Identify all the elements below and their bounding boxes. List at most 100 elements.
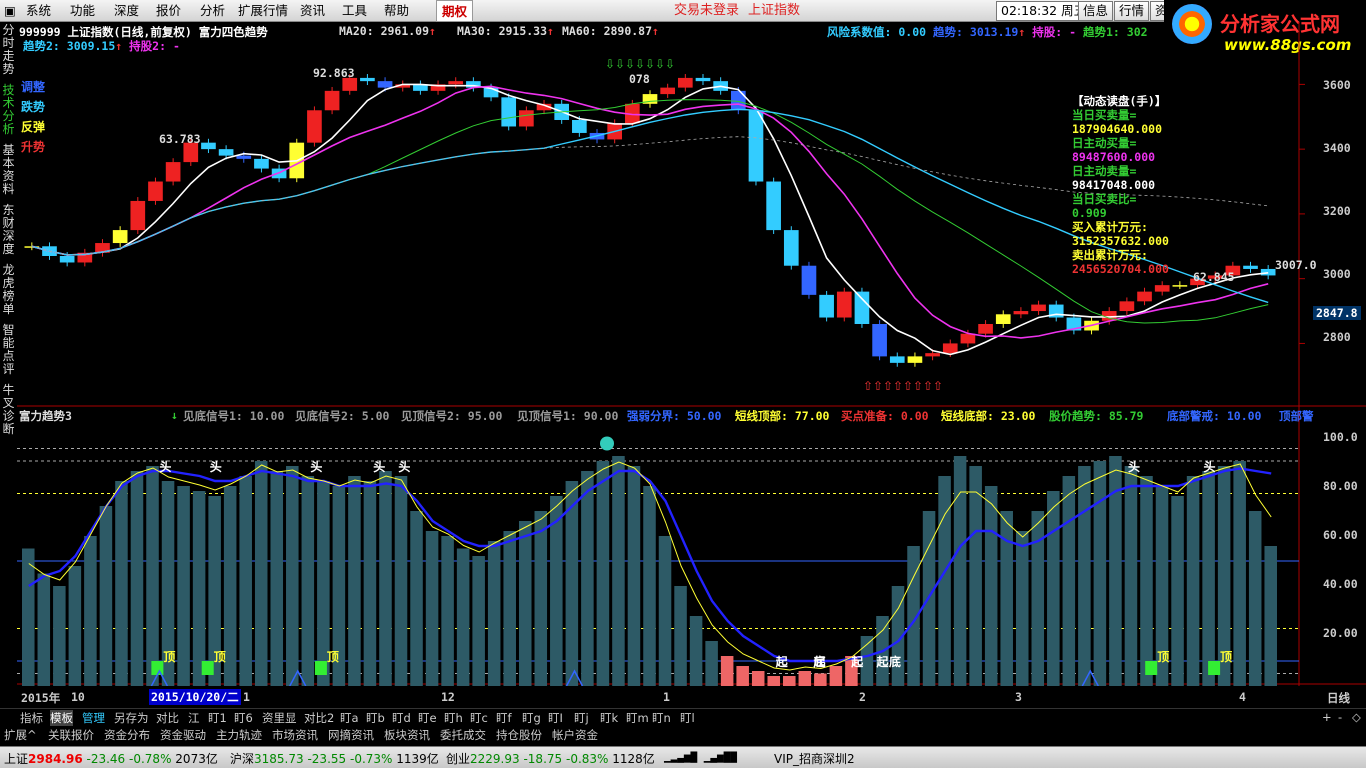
menu-options[interactable]: 期权	[436, 0, 474, 22]
nav-smart-comment[interactable]: 智能点评	[0, 324, 17, 376]
dynamic-r1-value: 187904640.000	[1072, 122, 1163, 136]
sub-bar	[518, 521, 532, 686]
sub-bar	[456, 548, 470, 686]
extension-tab[interactable]: 持仓股份	[496, 727, 542, 743]
extension-tab[interactable]: 关联报价	[48, 727, 94, 743]
sell-arrow-icon: ⇩	[635, 57, 645, 71]
xaxis-feb: 2	[859, 690, 866, 704]
status-cy[interactable]: 创业2229.93 -18.75 -0.83% 1128亿	[446, 750, 655, 767]
candle-body	[448, 81, 464, 85]
indicator-tab[interactable]: 盯g	[522, 710, 541, 726]
nav-eastmoney[interactable]: 东财深度	[0, 204, 17, 256]
sub-bar	[783, 676, 796, 686]
extension-tab[interactable]: 板块资讯	[384, 727, 430, 743]
nav-fundamental[interactable]: 基本资料	[0, 144, 17, 196]
sub-bar	[1078, 466, 1091, 686]
menu-system[interactable]: 系统	[26, 0, 51, 22]
indicator-tab[interactable]: 盯f	[496, 710, 512, 726]
indicator-tab[interactable]: 资里显	[262, 710, 297, 726]
extension-tab[interactable]: 市场资讯	[272, 727, 318, 743]
menu-system-icon[interactable]: ▣	[4, 0, 16, 22]
risk-readout: 风险系数值: 0.00 趋势: 3013.19↑ 持股: - 趋势1: 302	[827, 25, 1148, 39]
menu-function[interactable]: 功能	[70, 0, 95, 22]
buy-arrow-icon: ⇧	[873, 379, 883, 393]
zoom-control[interactable]: +	[1322, 710, 1332, 724]
indicator-tab[interactable]: 盯l	[680, 710, 695, 726]
menu-ext-quote[interactable]: 扩展行情	[238, 0, 288, 22]
nav-technical[interactable]: 技术分析	[0, 84, 17, 136]
hold-value: -	[1069, 25, 1077, 39]
sub-tick-100: 100.0	[1323, 430, 1358, 444]
sub-bar	[751, 671, 765, 686]
indicator-tab[interactable]: 管理	[82, 710, 105, 726]
sub-price-trend: 股价趋势: 85.79	[1049, 409, 1144, 423]
trade-login-status[interactable]: 交易未登录	[674, 0, 739, 22]
nav-diagnose[interactable]: 牛叉诊断	[0, 384, 17, 436]
candle-body	[1119, 301, 1135, 312]
extension-tab[interactable]: 资金驱动	[160, 727, 206, 743]
indicator-tab[interactable]: 盯j	[574, 710, 589, 726]
cy-change: -18.75	[523, 752, 563, 766]
vip-server[interactable]: VIP_招商深圳2	[774, 750, 855, 767]
extension-tab[interactable]: 网摘资讯	[328, 727, 374, 743]
sub-bar	[348, 476, 361, 686]
menu-tools[interactable]: 工具	[342, 0, 367, 22]
indicator-tab[interactable]: 盯e	[418, 710, 437, 726]
indicator-tab[interactable]: 另存为	[114, 710, 149, 726]
chart-area[interactable]: ⇩ ⇩ ⇩ ⇩ ⇩ ⇩ ⇩ ⇧ ⇧ ⇧ ⇧ ⇧ ⇧ ⇧ ⇧ 头头头头头头头顶顶顶顶顶起起起起底底 999999…	[17, 22, 1366, 705]
nav-dragon-tiger[interactable]: 龙虎榜单	[0, 264, 17, 316]
sub-bar	[410, 511, 423, 686]
xaxis-cursor-date: 2015/10/20/二	[149, 689, 241, 705]
extension-tab[interactable]: 资金分布	[104, 727, 150, 743]
candle-body	[942, 343, 958, 354]
menu-analysis[interactable]: 分析	[200, 0, 225, 22]
extension-tab[interactable]: 委托成交	[440, 727, 486, 743]
indicator-tab[interactable]: 江	[188, 710, 200, 726]
status-hs[interactable]: 沪深3185.73 -23.55 -0.73% 1139亿	[230, 750, 439, 767]
indicator-tab[interactable]: 盯b	[366, 710, 385, 726]
indicator-tab[interactable]: 盯n	[652, 710, 671, 726]
candle-body	[836, 291, 852, 318]
status-sh[interactable]: 上证2984.96 -23.46 -0.78% 2073亿	[4, 750, 218, 767]
buy-arrow-icon: ⇧	[893, 379, 903, 393]
dynamic-r5-label: 买入累计万元:	[1072, 220, 1148, 234]
indicator-tab[interactable]: 盯m	[626, 710, 649, 726]
extension-tab[interactable]: 主力轨迹	[216, 727, 262, 743]
indicator-tab[interactable]: 盯c	[470, 710, 488, 726]
indicator-tab-bar: 指标 模板 管理 另存为 对比江盯1 盯6 资里显 对比2 盯a 盯b 盯d 盯e 盯h 盯c 盯f 盯g 盯I…	[0, 708, 1366, 726]
zoom-control[interactable]: -	[1338, 710, 1342, 724]
sub-bar	[254, 461, 268, 686]
indicator-tab[interactable]: 盯d	[392, 710, 411, 726]
menu-quote[interactable]: 报价	[156, 0, 181, 22]
extension-tab[interactable]: 帐户资金	[552, 727, 598, 743]
formula-name: 富力四色趋势	[198, 25, 268, 39]
extension-tab[interactable]: 扩展^	[4, 727, 37, 743]
menu-news[interactable]: 资讯	[300, 0, 325, 22]
indicator-tab[interactable]: 模板	[50, 710, 73, 726]
period-daily[interactable]: 日线	[1327, 690, 1350, 706]
head-marker: 头	[310, 459, 322, 474]
indicator-tab[interactable]: 盯I	[548, 710, 563, 726]
status-bar: 上证2984.96 -23.46 -0.78% 2073亿 沪深3185.73 …	[0, 746, 1366, 768]
sell-arrow-icon: ⇩	[665, 57, 675, 71]
indicator-tab[interactable]: 盯k	[600, 710, 618, 726]
info-button[interactable]: 信息	[1078, 1, 1114, 21]
indicator-tab[interactable]: 盯h	[444, 710, 463, 726]
zoom-control[interactable]: ◇	[1352, 710, 1361, 724]
nav-intraday[interactable]: 分时走势	[0, 24, 17, 76]
dynamic-r5-value: 3152357632.000	[1072, 234, 1169, 248]
indicator-tab[interactable]: 盯6	[234, 710, 253, 726]
indicator-tab[interactable]: 对比2	[304, 710, 334, 726]
indicator-tab[interactable]: 指标	[20, 710, 43, 726]
indicator-tab[interactable]: 对比	[156, 710, 179, 726]
menu-help[interactable]: 帮助	[384, 0, 409, 22]
extension-tab-bar: 扩展^ 关联报价 资金分布 资金驱动 主力轨迹 市场资讯 网摘资讯 板块资讯 委托成交 持仓股份帐…	[0, 726, 1366, 744]
menu-depth[interactable]: 深度	[114, 0, 139, 22]
sub-bar	[814, 673, 827, 686]
trend1-value: 302	[1126, 25, 1148, 39]
top-marker: 顶	[163, 650, 175, 664]
indicator-tab[interactable]: 盯a	[340, 710, 359, 726]
indicator-tab[interactable]: 盯1	[208, 710, 227, 726]
ma60-label: MA60:	[562, 24, 597, 38]
quote-button[interactable]: 行情	[1114, 1, 1150, 21]
